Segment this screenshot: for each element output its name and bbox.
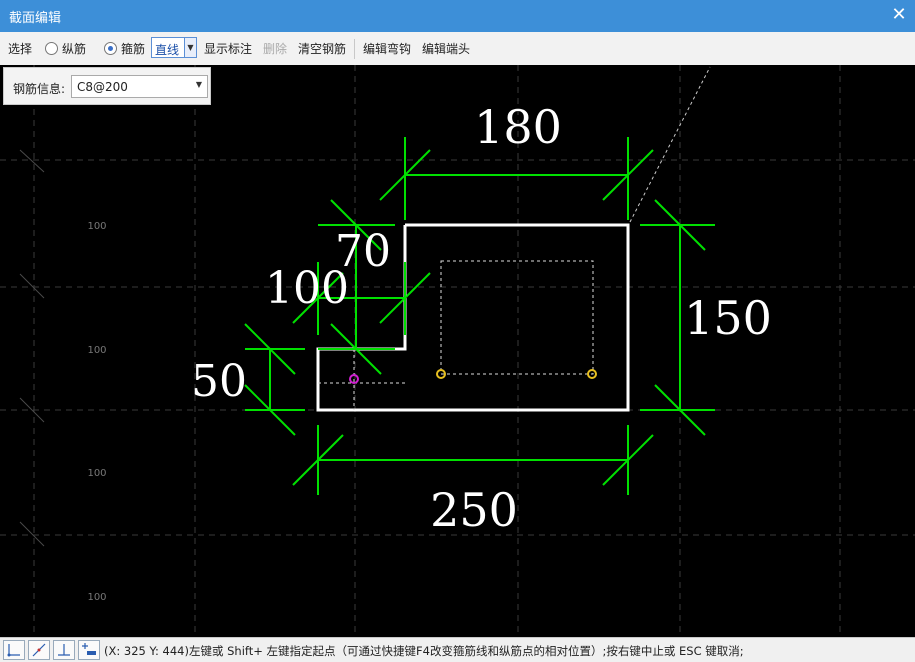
close-icon[interactable]: ✕ — [889, 5, 909, 25]
dimension-label-bottom[interactable]: 250 — [430, 483, 518, 537]
dimension-label-step-width[interactable]: 100 — [265, 263, 349, 314]
stirrup-label: 箍筋 — [121, 42, 146, 56]
delete-button[interactable]: 删除 — [263, 40, 287, 57]
perpendicular-button[interactable] — [53, 640, 75, 660]
edit-hook-button[interactable]: 编辑弯钩 — [363, 40, 411, 57]
radio-unchecked-icon — [45, 42, 58, 55]
grid-label: 100 — [87, 592, 106, 603]
rebar-info-value: C8@200 — [77, 80, 128, 94]
rebar-info-label: 钢筋信息: — [13, 82, 66, 96]
longitudinal-label: 纵筋 — [62, 42, 87, 56]
select-button[interactable]: 选择 — [8, 40, 32, 57]
dimension-label-top[interactable]: 180 — [474, 100, 562, 154]
drawing-canvas[interactable]: 100 100 100 100 180 150 250 50 70 100 — [0, 65, 915, 637]
line-mode-select[interactable]: 直线 ▼ — [151, 37, 197, 58]
longitudinal-radio[interactable]: 纵筋 — [45, 40, 86, 57]
line-mode-value: 直线 — [155, 43, 180, 57]
offset-plus-icon — [82, 643, 96, 655]
toolbar-divider — [354, 39, 355, 59]
edit-end-button[interactable]: 编辑端头 — [422, 40, 470, 57]
dimension-label-left[interactable]: 50 — [191, 356, 247, 407]
show-annotations-button[interactable]: 显示标注 — [204, 40, 252, 57]
dropdown-arrow-icon[interactable]: ▼ — [196, 80, 202, 89]
status-message: (X: 325 Y: 444)左键或 Shift+ 左键指定起点（可通过快捷键F… — [104, 643, 744, 659]
stirrup-radio[interactable]: 箍筋 — [104, 40, 145, 57]
cursor-coords: (X: 325 Y: 444) — [104, 644, 189, 658]
window-title: 截面编辑 — [9, 11, 62, 26]
perpendicular-icon — [58, 644, 70, 656]
rebar-info-panel: 钢筋信息: C8@200 ▼ — [3, 67, 211, 105]
snap-line-icon — [32, 643, 46, 657]
grid-label: 100 — [87, 468, 106, 479]
rebar-info-select[interactable]: C8@200 ▼ — [71, 75, 208, 98]
grid-label: 100 — [87, 221, 106, 232]
dimension-label-right[interactable]: 150 — [684, 291, 772, 345]
title-bar: 截面编辑 ✕ — [0, 0, 915, 32]
ortho-mode-button[interactable] — [3, 640, 25, 660]
snap-line-button[interactable] — [28, 640, 50, 660]
dropdown-arrow-icon[interactable]: ▼ — [184, 38, 196, 57]
offset-input-button[interactable] — [78, 640, 100, 660]
status-hint: 左键或 Shift+ 左键指定起点（可通过快捷键F4改变箍筋线和纵筋点的相对位置… — [188, 644, 744, 658]
status-bar: (X: 325 Y: 444)左键或 Shift+ 左键指定起点（可通过快捷键F… — [0, 637, 915, 662]
ortho-icon — [7, 644, 20, 657]
clear-rebar-button[interactable]: 清空钢筋 — [298, 40, 346, 57]
toolbar: 选择 纵筋 箍筋 直线 ▼ 显示标注 删除 清空钢筋 编辑弯钩 编辑端头 — [0, 32, 915, 66]
grid-label: 100 — [87, 345, 106, 356]
radio-checked-icon — [104, 42, 117, 55]
